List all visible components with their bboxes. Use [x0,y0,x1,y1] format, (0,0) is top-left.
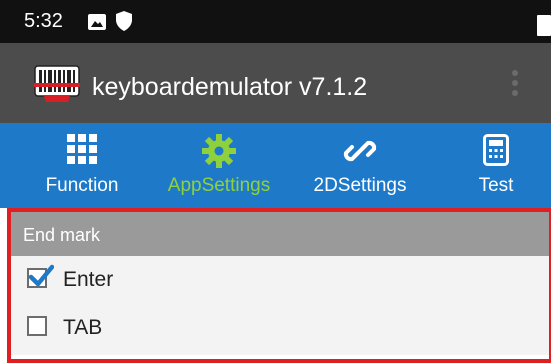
barcode-scanner-icon [34,65,80,102]
grid-icon [67,134,97,164]
option-label: Enter [63,268,114,291]
gear-icon [202,134,236,168]
battery-icon [537,15,551,36]
calculator-icon [483,134,509,166]
tab-label: 2DSettings [313,175,407,196]
tab-bar: Function AppSettings 2DSettings Test [0,123,551,208]
status-time: 5:32 [24,10,63,32]
overflow-menu-icon[interactable] [508,67,522,103]
tab-test[interactable]: Test [452,123,540,208]
tab-label: AppSettings [167,175,271,196]
tab-appsettings[interactable]: AppSettings [152,123,286,208]
tab-2dsettings[interactable]: 2DSettings [298,123,422,208]
option-enter[interactable]: Enter [11,256,549,304]
tab-label: Function [45,175,119,196]
tab-function[interactable]: Function [20,123,144,208]
image-icon [88,14,106,30]
end-mark-header: End mark [11,212,549,256]
option-label: TAB [63,316,103,339]
app-title: keyboardemulator v7.1.2 [92,73,368,101]
status-bar: 5:32 [0,0,551,43]
tab-checkbox[interactable] [27,316,47,336]
section-title: End mark [23,225,101,245]
tab-label: Test [478,175,514,196]
app-bar: keyboardemulator v7.1.2 [0,43,551,123]
link-icon [343,140,377,162]
option-tab[interactable]: TAB [11,304,549,355]
check-icon [28,264,54,287]
enter-checkbox[interactable] [27,264,54,288]
shield-icon [116,11,132,31]
